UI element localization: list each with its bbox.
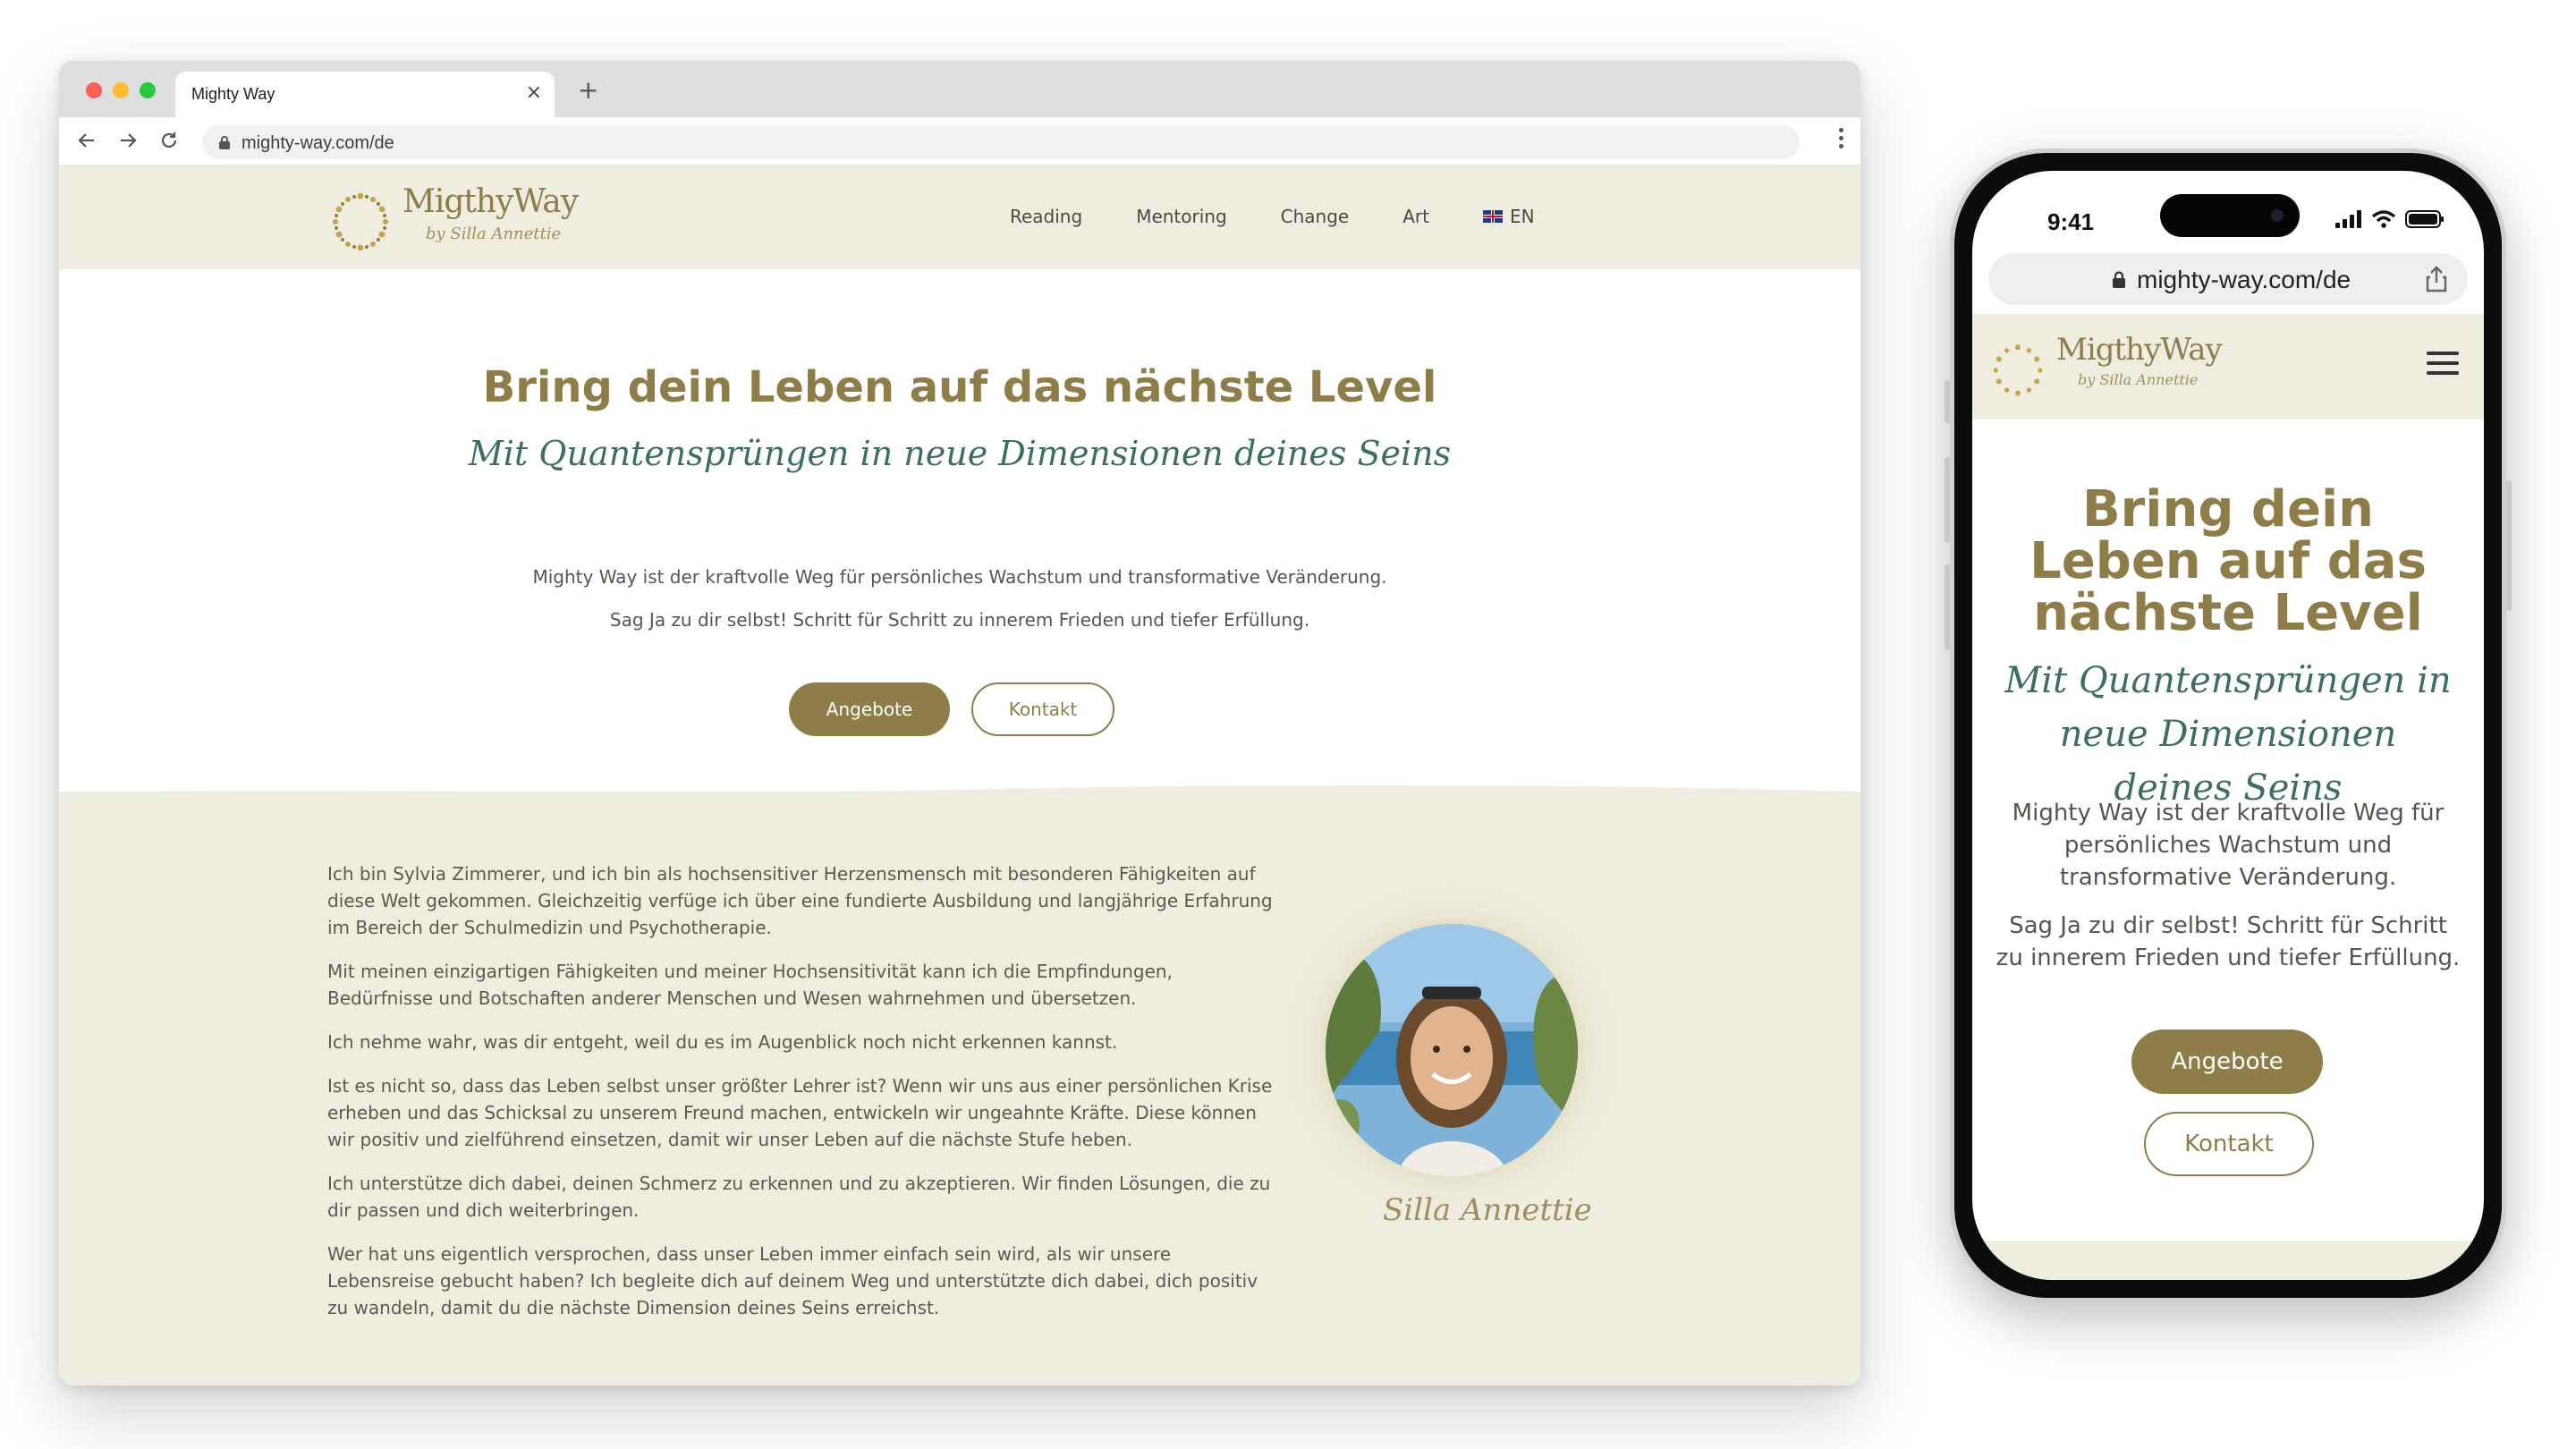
signal-icon xyxy=(2335,210,2361,228)
dynamic-island xyxy=(2160,194,2300,237)
language-label: EN xyxy=(1509,206,1535,227)
mobile-contact-button[interactable]: Kontakt xyxy=(2144,1112,2314,1176)
language-switcher[interactable]: EN xyxy=(1482,206,1535,227)
nav-item-art[interactable]: Art xyxy=(1402,206,1429,227)
desktop-browser-window: Mighty Way × + mighty-way.com/de MigthyW… xyxy=(59,61,1860,1385)
contact-button[interactable]: Kontakt xyxy=(971,682,1114,736)
hero-subtitle-script: Mit Quantensprüngen in neue Dimensionen … xyxy=(468,434,1452,473)
site-header: MigthyWay by Silla Annettie Reading Ment… xyxy=(59,165,1860,269)
status-time: 9:41 xyxy=(2047,208,2095,235)
offers-button[interactable]: Angebote xyxy=(789,682,950,736)
about-paragraph: Ist es nicht so, dass das Leben selbst u… xyxy=(327,1075,1273,1150)
logo-signature: by Silla Annettie xyxy=(2078,371,2199,388)
about-paragraph: Ich bin Sylvia Zimmerer, und ich bin als… xyxy=(327,863,1273,938)
url-text: mighty-way.com/de xyxy=(242,133,394,153)
mobile-hero-title: Bring dein Leben auf das nächste Level xyxy=(2029,480,2427,642)
phone-volume-up-button xyxy=(1945,457,1950,543)
mobile-hero-intro-text: Mighty Way ist der kraftvolle Weg für pe… xyxy=(2012,800,2445,891)
mobile-url-text: mighty-way.com/de xyxy=(2137,266,2351,293)
logo-signature: by Silla Annettie xyxy=(426,225,562,243)
main-navigation: Reading Mentoring Change Art EN xyxy=(1010,206,1535,227)
tab-close-icon[interactable]: × xyxy=(526,81,542,104)
phone-mockup: 9:41 mighty-way.com/de MigthyWay by Sill… xyxy=(1945,148,2512,1302)
maximize-window-button[interactable] xyxy=(140,82,156,98)
lock-icon xyxy=(218,135,231,154)
mobile-hero-tagline-text: Sag Ja zu dir selbst! Schritt für Schrit… xyxy=(1996,912,2461,971)
minimize-window-button[interactable] xyxy=(113,82,129,98)
site-logo[interactable]: MigthyWay by Silla Annettie xyxy=(327,178,579,255)
uk-flag-icon xyxy=(1482,210,1503,223)
status-icons xyxy=(2335,210,2445,228)
lock-icon xyxy=(2112,271,2126,292)
hero-title: Bring dein Leben auf das nächste Level xyxy=(482,362,1437,412)
address-bar[interactable]: mighty-way.com/de xyxy=(202,125,1800,159)
close-window-button[interactable] xyxy=(86,82,102,98)
reload-icon[interactable] xyxy=(156,127,182,154)
tab-bar: Mighty Way × + xyxy=(59,61,1860,117)
nav-item-reading[interactable]: Reading xyxy=(1010,206,1082,227)
signature: Silla Annettie xyxy=(1383,1192,1592,1228)
nav-item-change[interactable]: Change xyxy=(1281,206,1350,227)
browser-menu-icon[interactable] xyxy=(1839,128,1844,155)
back-icon[interactable] xyxy=(73,127,100,154)
about-text-block: Ich bin Sylvia Zimmerer, und ich bin als… xyxy=(327,860,1275,1338)
logo-ring-icon xyxy=(333,192,388,251)
mobile-offers-button[interactable]: Angebote xyxy=(2131,1030,2323,1094)
hero-section: Bring dein Leben auf das nächste Level M… xyxy=(59,269,1860,806)
section-wave-divider xyxy=(59,784,1860,809)
battery-icon xyxy=(2405,210,2444,228)
hamburger-menu-icon[interactable] xyxy=(2427,352,2459,375)
hero-tagline-text: Sag Ja zu dir selbst! Schritt für Schrit… xyxy=(609,609,1310,631)
hero-intro-text: Mighty Way ist der kraftvolle Weg für pe… xyxy=(532,566,1387,588)
browser-tab[interactable]: Mighty Way × xyxy=(175,72,555,117)
share-icon[interactable] xyxy=(2425,266,2448,296)
phone-power-button xyxy=(2506,480,2512,611)
tab-title: Mighty Way xyxy=(191,85,275,103)
phone-volume-down-button xyxy=(1945,564,1950,650)
page-viewport: MigthyWay by Silla Annettie Reading Ment… xyxy=(59,165,1860,1385)
nav-item-mentoring[interactable]: Mentoring xyxy=(1136,206,1226,227)
about-paragraph: Ich unterstütze dich dabei, deinen Schme… xyxy=(327,1173,1271,1221)
mobile-address-bar[interactable]: mighty-way.com/de xyxy=(1988,253,2468,305)
logo-ring-icon xyxy=(1993,344,2043,396)
mobile-site-header: MigthyWay by Silla Annettie xyxy=(1972,314,2484,419)
about-paragraph: Wer hat uns eigentlich versprochen, dass… xyxy=(327,1243,1258,1318)
new-tab-icon[interactable]: + xyxy=(578,75,598,105)
browser-toolbar: mighty-way.com/de xyxy=(59,117,1860,165)
portrait-photo xyxy=(1326,924,1578,1176)
logo-wordmark: MigthyWay xyxy=(2056,332,2223,368)
forward-icon[interactable] xyxy=(114,127,141,154)
logo-wordmark: MigthyWay xyxy=(402,183,579,220)
mobile-hero-subtitle-script: Mit Quantensprüngen in neue Dimensionen … xyxy=(2004,660,2452,809)
phone-action-button xyxy=(1945,380,1950,423)
about-section: Ich bin Sylvia Zimmerer, und ich bin als… xyxy=(59,784,1860,1385)
phone-screen: 9:41 mighty-way.com/de MigthyWay by Sill… xyxy=(1972,171,2484,1280)
wifi-icon xyxy=(2371,210,2396,228)
mobile-about-section-edge xyxy=(1972,1241,2484,1280)
about-paragraph: Ich nehme wahr, was dir entgeht, weil du… xyxy=(327,1031,1118,1053)
about-paragraph: Mit meinen einzigartigen Fähigkeiten und… xyxy=(327,961,1173,1009)
mobile-site-logo[interactable]: MigthyWay by Silla Annettie xyxy=(1988,330,2223,402)
